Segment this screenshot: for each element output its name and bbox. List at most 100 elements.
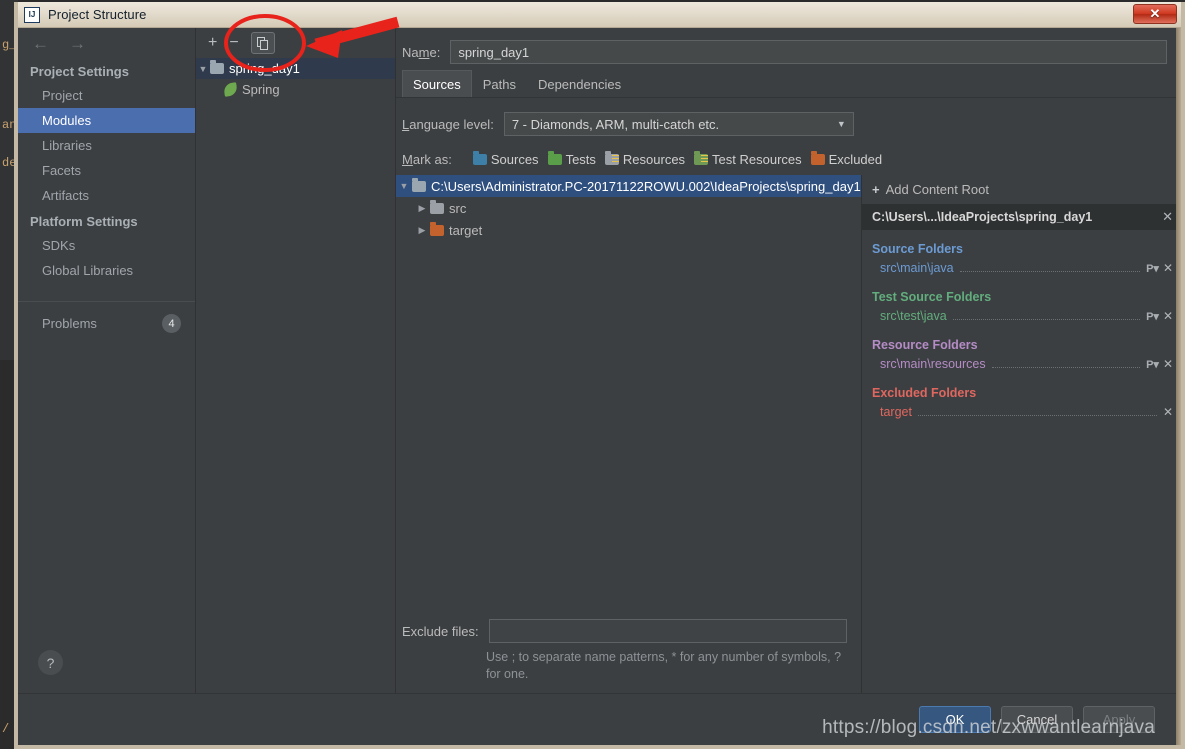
sidebar-item-problems[interactable]: Problems 4 [18, 301, 195, 333]
mark-as-sources-label: Sources [490, 152, 539, 167]
settings-sidebar: ← → Project Settings Project Modules Lib… [18, 28, 196, 693]
folder-path: target [880, 405, 912, 419]
exclude-files-input[interactable] [488, 619, 847, 644]
sidebar-item-artifacts[interactable]: Artifacts [18, 183, 195, 208]
tab-paths[interactable]: Paths [472, 70, 527, 97]
mark-as-tests[interactable]: Tests [547, 151, 596, 167]
module-tree-item-spring-day1[interactable]: ▼ spring_day1 [196, 58, 395, 79]
dotted-leader [959, 262, 1141, 272]
language-level-label: Language level: [402, 116, 494, 132]
tests-folder-icon [547, 151, 562, 165]
folder-row-test-source[interactable]: src\test\java P▾ ✕ [862, 306, 1181, 326]
tab-sources[interactable]: Sources [402, 70, 472, 97]
remove-folder-icon[interactable]: ✕ [1163, 405, 1173, 419]
group-title-resource-folders: Resource Folders [872, 338, 978, 352]
remove-folder-icon[interactable]: ✕ [1163, 357, 1173, 371]
folder-path: src\test\java [880, 309, 947, 323]
remove-module-button[interactable]: − [229, 35, 238, 51]
exclude-files-section: Exclude files: Use ; to separate name pa… [396, 611, 861, 693]
expander-icon[interactable]: ▶ [414, 203, 430, 214]
module-tabs: Sources Paths Dependencies [396, 70, 1181, 98]
content-root-detail-panel: + Add Content Root C:\Users\...\IdeaProj… [861, 175, 1181, 693]
help-button[interactable]: ? [38, 650, 63, 675]
sidebar-item-facets[interactable]: Facets [18, 158, 195, 183]
sidebar-nav: ← → [18, 28, 195, 58]
folder-path: src\main\resources [880, 357, 986, 371]
exclude-files-label: Exclude files: [402, 623, 479, 639]
remove-content-root-icon[interactable]: ✕ [1162, 209, 1173, 225]
expander-icon[interactable]: ▼ [196, 64, 210, 74]
cancel-button[interactable]: Cancel [1001, 706, 1073, 733]
project-structure-dialog: IJ Project Structure ✕ ← → Project Setti… [14, 2, 1185, 749]
module-name-row: Name: [396, 28, 1181, 70]
language-level-row: Language level: 7 - Diamonds, ARM, multi… [396, 98, 1181, 136]
remove-folder-icon[interactable]: ✕ [1163, 309, 1173, 323]
sidebar-item-modules[interactable]: Modules [18, 108, 195, 133]
problems-label: Problems [42, 316, 97, 331]
remove-folder-icon[interactable]: ✕ [1163, 261, 1173, 275]
content-root-row[interactable]: ▼ C:\Users\Administrator.PC-20171122ROWU… [396, 175, 861, 197]
module-tree-item-label: spring_day1 [229, 61, 300, 76]
sidebar-item-project[interactable]: Project [18, 83, 195, 108]
content-root-header: C:\Users\...\IdeaProjects\spring_day1 ✕ [862, 204, 1181, 230]
copy-module-button[interactable] [250, 32, 275, 54]
window-frame-right [1176, 28, 1181, 745]
dotted-leader [917, 406, 1157, 416]
mark-as-test-resources[interactable]: Test Resources [694, 151, 802, 167]
mark-as-excluded[interactable]: Excluded [810, 151, 883, 167]
tree-row-label: src [449, 200, 467, 216]
mark-as-resources-label: Resources [622, 152, 686, 167]
module-name-input[interactable] [450, 40, 1167, 64]
add-content-root-button[interactable]: + Add Content Root [862, 175, 1181, 204]
folder-row-source[interactable]: src\main\java P▾ ✕ [862, 258, 1181, 278]
mark-as-excluded-label: Excluded [828, 152, 883, 167]
excluded-folder-icon [430, 221, 444, 236]
package-prefix-icon[interactable]: P▾ [1146, 262, 1159, 275]
ok-button[interactable]: OK [919, 706, 991, 733]
name-label: Name: [402, 44, 441, 60]
sidebar-item-libraries[interactable]: Libraries [18, 133, 195, 158]
mark-as-sources[interactable]: Sources [472, 151, 539, 167]
copy-icon [257, 36, 269, 50]
sidebar-group-project-settings: Project Settings [30, 64, 129, 79]
package-prefix-icon[interactable]: P▾ [1146, 358, 1159, 371]
problems-count-badge: 4 [162, 314, 181, 333]
facet-label: Spring [242, 82, 280, 97]
module-toolbar: + − [196, 28, 395, 58]
add-content-root-label: Add Content Root [885, 182, 989, 197]
add-module-button[interactable]: + [208, 35, 217, 51]
module-tree-item-spring-facet[interactable]: Spring [196, 79, 395, 100]
mark-as-row: Mark as: Sources Tests Resources Test Re… [396, 136, 1181, 175]
sidebar-item-sdks[interactable]: SDKs [18, 233, 195, 258]
folder-row-resource[interactable]: src\main\resources P▾ ✕ [862, 354, 1181, 374]
forward-arrow-icon[interactable]: → [69, 35, 86, 52]
test-resources-folder-icon [694, 151, 709, 165]
language-level-value: 7 - Diamonds, ARM, multi-catch etc. [511, 116, 720, 132]
expander-icon[interactable]: ▶ [414, 225, 430, 236]
mark-as-test-resources-label: Test Resources [712, 152, 802, 167]
dotted-leader [991, 358, 1141, 368]
dotted-leader [952, 310, 1141, 320]
mark-as-label: Mark as: [402, 152, 452, 167]
tab-dependencies[interactable]: Dependencies [527, 70, 632, 97]
content-root-header-path: C:\Users\...\IdeaProjects\spring_day1 [872, 210, 1093, 224]
sidebar-group-platform-settings: Platform Settings [30, 214, 138, 229]
sidebar-item-global-libraries[interactable]: Global Libraries [18, 258, 195, 283]
chevron-down-icon: ▼ [836, 119, 846, 129]
tree-row-label: target [449, 222, 483, 238]
expander-icon[interactable]: ▼ [396, 181, 412, 191]
back-arrow-icon[interactable]: ← [32, 35, 49, 52]
language-level-select[interactable]: 7 - Diamonds, ARM, multi-catch etc. ▼ [503, 112, 854, 136]
excluded-folder-icon [810, 151, 825, 165]
tree-row-target[interactable]: ▶ target [396, 219, 861, 241]
package-prefix-icon[interactable]: P▾ [1146, 310, 1159, 323]
mark-as-resources[interactable]: Resources [604, 151, 686, 167]
module-list-panel: + − ▼ spring_day1 Spring [196, 28, 396, 693]
tree-row-src[interactable]: ▶ src [396, 197, 861, 219]
sources-folder-icon [472, 151, 487, 165]
folder-row-excluded[interactable]: target ✕ [862, 402, 1181, 422]
module-folder-icon [210, 60, 224, 74]
apply-button: Apply [1083, 706, 1155, 733]
close-icon[interactable]: ✕ [1133, 4, 1177, 24]
intellij-idea-icon: IJ [24, 6, 40, 23]
